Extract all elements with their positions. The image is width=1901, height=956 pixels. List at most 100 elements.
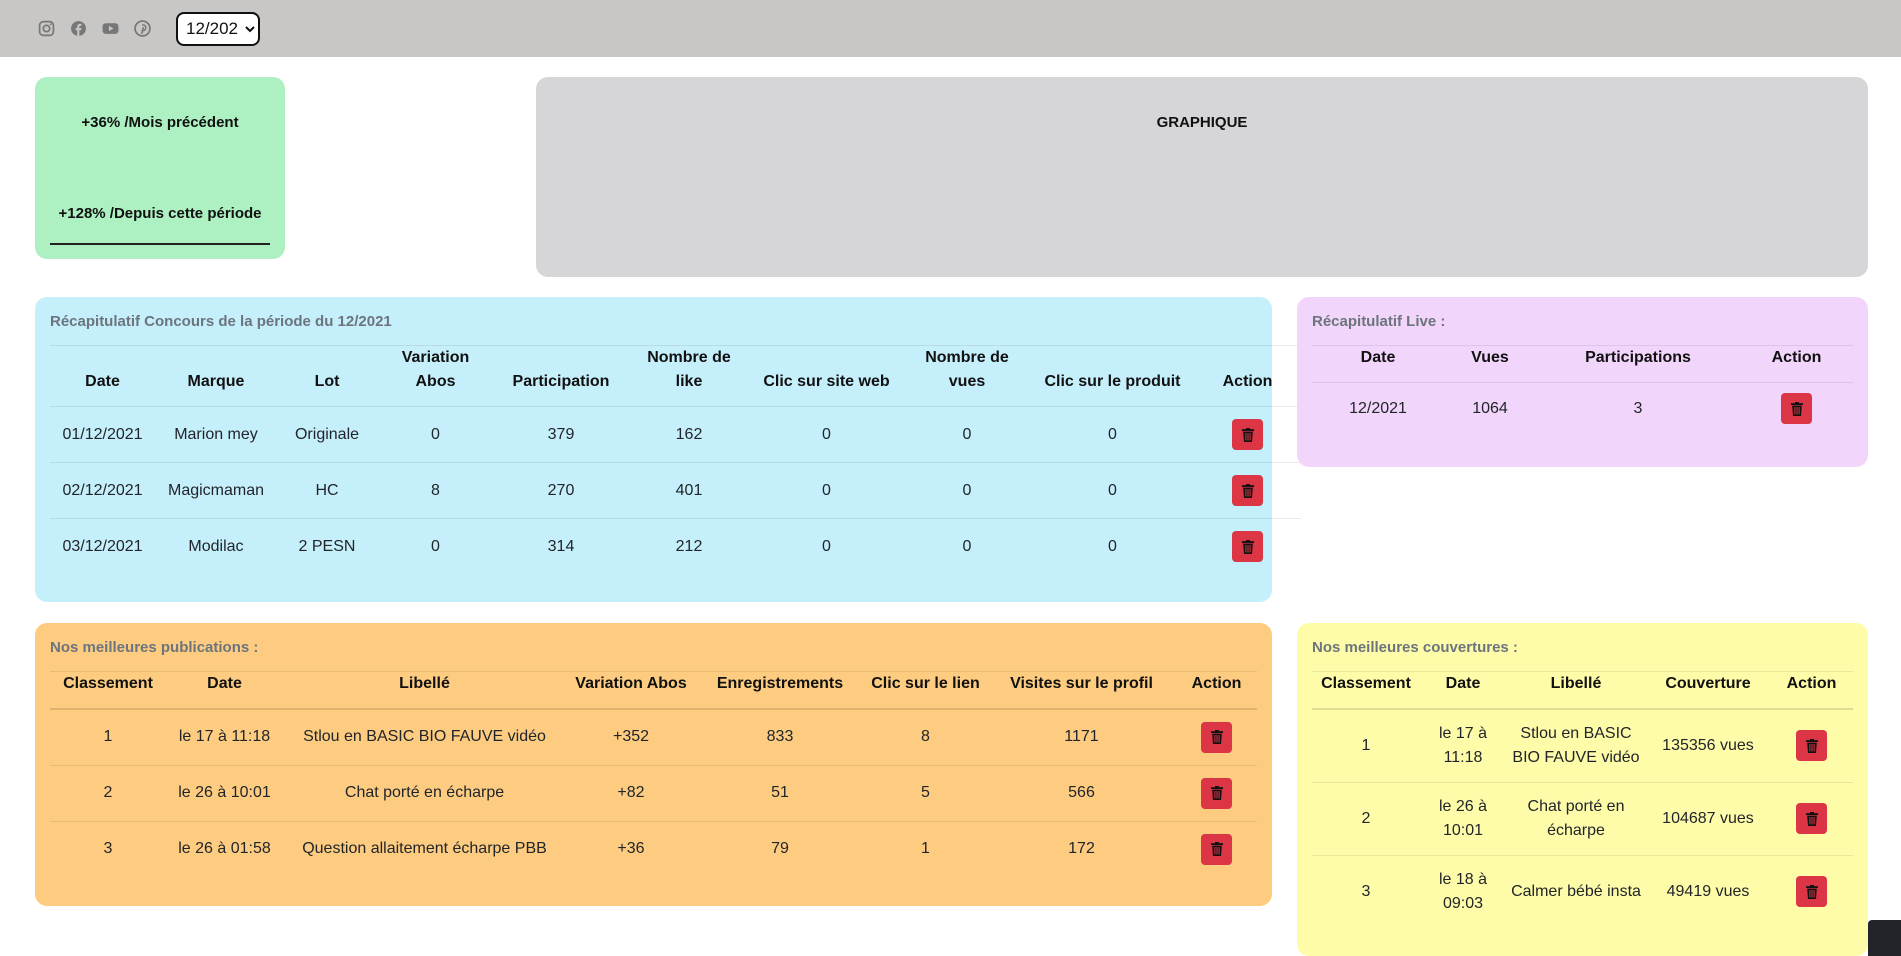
live-cell: 3 xyxy=(1536,382,1740,435)
publications-header-cell: Classement xyxy=(50,671,166,710)
publications-row: 2 le 26 à 10:01 Chat porté en écharpe +82 51… xyxy=(50,764,1257,821)
concours-cell: Originale xyxy=(277,406,377,463)
publications-header-cell: Visites sur le profil xyxy=(987,671,1176,710)
concours-cell: 0 xyxy=(903,518,1031,575)
live-summary-card: Récapitulatif Live : Date Vues Participati… xyxy=(1297,297,1868,467)
concours-cell: Marion mey xyxy=(155,406,277,463)
delete-button[interactable] xyxy=(1232,419,1263,450)
delete-button[interactable] xyxy=(1781,393,1812,425)
live-cell: 12/2021 xyxy=(1312,382,1444,435)
publications-cell: 566 xyxy=(987,764,1176,821)
trash-icon xyxy=(1210,786,1223,800)
trash-icon xyxy=(1241,427,1254,442)
concours-cell: 01/12/2021 xyxy=(50,406,155,463)
publications-header-cell: Clic sur le lien xyxy=(864,671,987,710)
couvertures-header-cell: Couverture xyxy=(1646,671,1770,710)
delete-button[interactable] xyxy=(1201,833,1232,865)
concours-cell: 0 xyxy=(903,406,1031,463)
monthly-variation: +36% /Mois précédent xyxy=(81,114,239,131)
concours-cell: 0 xyxy=(1031,518,1194,575)
chart-title: GRAPHIQUE xyxy=(1156,114,1248,131)
delete-button[interactable] xyxy=(1796,876,1827,908)
concours-header-cell: Variation Abos xyxy=(401,349,470,390)
publications-cell: 51 xyxy=(696,764,864,821)
concours-header-row: Date Marque Lot Variation Abos Participation… xyxy=(50,345,1301,407)
delete-button[interactable] xyxy=(1232,531,1263,563)
youtube-icon[interactable] xyxy=(100,19,120,39)
concours-cell: 0 xyxy=(1031,462,1194,519)
publications-cell: 8 xyxy=(864,708,987,765)
concours-cell: 02/12/2021 xyxy=(50,462,155,519)
couvertures-row: 3 le 18 à 09:03 Calmer bébé insta 49419 vue… xyxy=(1312,854,1853,928)
concours-row: 01/12/2021 Marion mey Originale 0 379 162 0 0 0 xyxy=(50,406,1301,463)
delete-button[interactable] xyxy=(1201,721,1232,753)
couvertures-cell: 135356 vues xyxy=(1646,708,1770,782)
concours-cell: Modilac xyxy=(155,518,277,575)
publications-row: 3 le 26 à 01:58 Question allaitement échar… xyxy=(50,820,1257,877)
trash-icon xyxy=(1241,539,1254,554)
instagram-icon[interactable] xyxy=(36,19,56,39)
concours-cell: 0 xyxy=(750,462,903,519)
trash-icon xyxy=(1805,738,1818,753)
couvertures-row: 2 le 26 à 10:01 Chat porté en écharpe 10468… xyxy=(1312,781,1853,855)
couvertures-header-cell: Date xyxy=(1420,671,1506,710)
publications-cell: +36 xyxy=(566,820,696,877)
concours-action-cell xyxy=(1194,518,1301,575)
publications-cell: Chat porté en écharpe xyxy=(283,764,566,821)
publications-cell: 5 xyxy=(864,764,987,821)
publications-cell: 3 xyxy=(50,820,166,877)
publications-cell: 172 xyxy=(987,820,1176,877)
delete-button[interactable] xyxy=(1796,730,1827,762)
couvertures-cell: Chat porté en écharpe xyxy=(1506,781,1646,855)
period-select[interactable]: 12/2021 xyxy=(176,11,260,46)
stats-divider xyxy=(50,243,270,245)
trash-icon xyxy=(1241,483,1254,498)
couvertures-action-cell xyxy=(1770,781,1853,855)
couvertures-header-cell: Classement xyxy=(1312,671,1420,710)
publications-cell: 1171 xyxy=(987,708,1176,765)
couvertures-title: Nos meilleures couvertures : xyxy=(1312,639,1518,656)
delete-button[interactable] xyxy=(1201,777,1232,809)
concours-cell: 379 xyxy=(494,406,628,463)
concours-header-cell: Participation xyxy=(512,373,610,390)
publications-header-cell: Date xyxy=(166,671,283,710)
publications-cell: 79 xyxy=(696,820,864,877)
concours-cell: 0 xyxy=(377,406,494,463)
delete-button[interactable] xyxy=(1796,803,1827,834)
concours-cell: 2 PESN xyxy=(277,518,377,575)
couvertures-cell: 1 xyxy=(1312,708,1420,782)
live-action-cell xyxy=(1740,382,1853,435)
publications-header-cell: Libellé xyxy=(283,671,566,710)
publications-cell: le 17 à 11:18 xyxy=(166,708,283,765)
facebook-icon[interactable] xyxy=(68,19,88,39)
publications-cell: le 26 à 01:58 xyxy=(166,820,283,877)
variation-stats-card: +36% /Mois précédent +128% /Depuis cette… xyxy=(35,77,285,259)
concours-header-cell: Nombre de vues xyxy=(925,349,1009,390)
publications-action-cell xyxy=(1176,764,1257,821)
scroll-to-top-button[interactable] xyxy=(1868,920,1901,956)
couvertures-header-row: Classement Date Libellé Couverture Action xyxy=(1312,671,1853,710)
delete-button[interactable] xyxy=(1232,475,1263,506)
couvertures-cell: le 17 à 11:18 xyxy=(1420,708,1506,782)
live-row: 12/2021 1064 3 xyxy=(1312,382,1853,435)
concours-cell: Magicmaman xyxy=(155,462,277,519)
couvertures-row: 1 le 17 à 11:18 Stlou en BASIC BIO FAUVE v… xyxy=(1312,708,1853,782)
publications-cell: +82 xyxy=(566,764,696,821)
publications-header-cell: Variation Abos xyxy=(566,671,696,710)
top-bar: 12/2021 xyxy=(0,0,1901,57)
period-variation: +128% /Depuis cette période xyxy=(58,205,262,222)
couvertures-cell: 104687 vues xyxy=(1646,781,1770,855)
concours-cell: 0 xyxy=(1031,406,1194,463)
concours-cell: HC xyxy=(277,462,377,519)
concours-cell: 0 xyxy=(750,406,903,463)
publications-header-row: Classement Date Libellé Variation Abos Enreg… xyxy=(50,671,1257,710)
publications-action-cell xyxy=(1176,820,1257,877)
concours-cell: 0 xyxy=(750,518,903,575)
pinterest-icon[interactable] xyxy=(132,19,152,39)
concours-cell: 270 xyxy=(494,462,628,519)
trash-icon xyxy=(1805,811,1818,826)
concours-cell: 162 xyxy=(628,406,750,463)
concours-header-cell: Clic sur site web xyxy=(763,373,890,390)
concours-header-cell: Lot xyxy=(314,373,340,390)
publications-cell: 2 xyxy=(50,764,166,821)
